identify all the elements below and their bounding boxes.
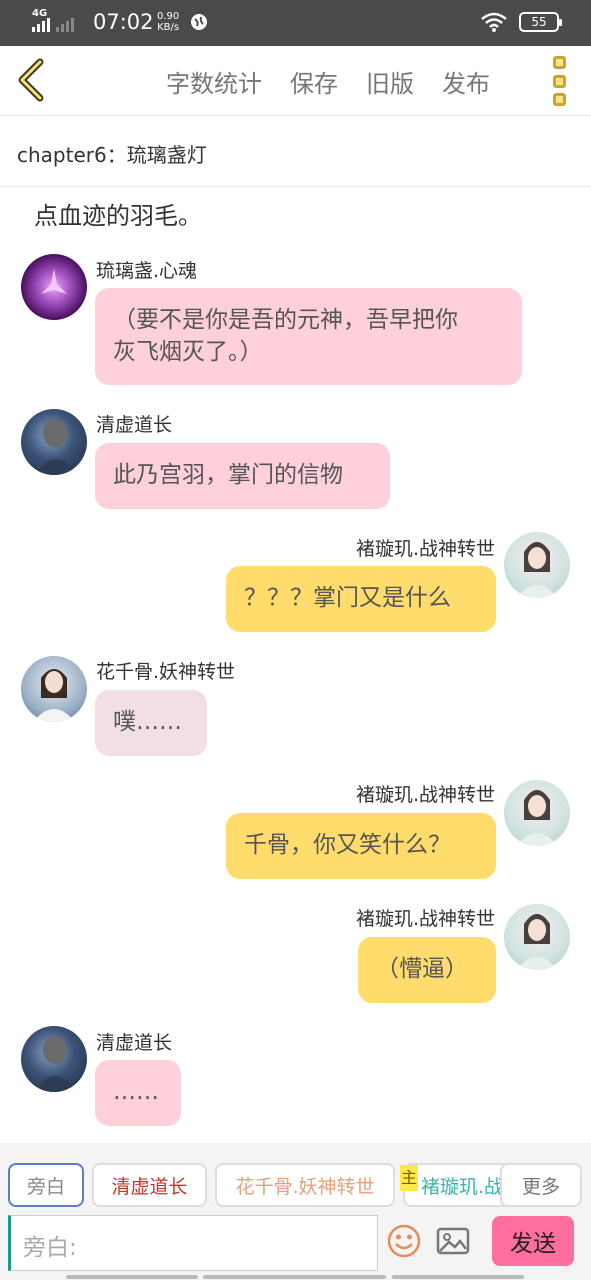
sender-name: 琉璃盏.心魂: [96, 260, 198, 282]
chapter-title: chapter6：琉璃盏灯: [17, 143, 207, 167]
signal-icon: [32, 18, 50, 32]
chapter-title-row[interactable]: chapter6：琉璃盏灯: [0, 117, 591, 187]
message-bubble[interactable]: （要不是你是吾的元神，吾早把你 灰飞烟灭了。）: [95, 288, 522, 385]
scroll-indicator: [392, 1275, 524, 1279]
message-bubble[interactable]: ？？？掌门又是什么: [226, 566, 496, 632]
clock: 07:02: [93, 10, 154, 34]
message-text: 此乃宫羽，掌门的信物: [113, 462, 343, 488]
back-arrow-icon[interactable]: [14, 58, 54, 102]
sender-name: 清虚道长: [96, 1032, 173, 1054]
main-role-badge: 主: [400, 1165, 418, 1191]
battery-icon: 55: [519, 12, 562, 32]
avatar-figure-icon: [516, 790, 558, 846]
signal-area: 4G: [32, 8, 74, 32]
network-type: 4G: [32, 8, 48, 19]
avatar[interactable]: [21, 254, 87, 320]
image-icon[interactable]: [435, 1223, 471, 1259]
message-bubble[interactable]: 千骨，你又笑什么？: [226, 813, 496, 879]
status-bar: 4G 07:02 0.90 KB/s 55: [0, 0, 591, 46]
message-text: ？？？掌门又是什么: [244, 585, 451, 611]
message-text: （懵逼）: [376, 956, 468, 982]
chip-huaqiangu[interactable]: 花千骨.妖神转世: [215, 1163, 395, 1207]
chip-qingxu[interactable]: 清虚道长: [92, 1163, 207, 1207]
wifi-icon: [481, 12, 507, 32]
word-count-button[interactable]: 字数统计: [166, 64, 262, 99]
chat-area[interactable]: 点血迹的羽毛。 琉璃盏.心魂 （要不是你是吾的元神，吾早把你 灰飞烟灭了。） 清…: [0, 188, 591, 1142]
message-bubble[interactable]: ……: [95, 1060, 181, 1126]
sender-name: 褚璇玑.战神转世: [355, 908, 495, 930]
sender-name: 花千骨.妖神转世: [96, 661, 236, 683]
avatar[interactable]: [504, 904, 570, 970]
input-row: 旁白: 发送: [0, 1213, 591, 1275]
top-toolbar: 字数统计 保存 旧版 发布: [0, 46, 591, 116]
avatar[interactable]: [21, 409, 87, 475]
speed-unit: KB/s: [157, 22, 180, 33]
globe-icon: [191, 14, 207, 30]
avatar-figure-icon: [35, 419, 77, 475]
toolbar-menu: 字数统计 保存 旧版 发布: [166, 64, 518, 99]
message-line: （要不是你是吾的元神，吾早把你: [113, 307, 458, 333]
scroll-indicator: [66, 1275, 198, 1279]
avatar-figure-icon: [35, 1036, 77, 1092]
message-bubble[interactable]: 噗……: [95, 690, 207, 756]
save-button[interactable]: 保存: [290, 64, 338, 99]
sender-name: 褚璇玑.战神转世: [355, 784, 495, 806]
avatar-figure-icon: [41, 268, 67, 294]
sender-name: 清虚道长: [96, 414, 173, 436]
send-button[interactable]: 发送: [492, 1216, 574, 1266]
status-right: 55: [481, 12, 562, 32]
more-menu-icon[interactable]: [548, 56, 570, 106]
avatar[interactable]: [504, 780, 570, 846]
message-line: 灰飞烟灭了。）: [113, 339, 263, 365]
signal-icon-2: [56, 18, 74, 32]
emoji-icon[interactable]: [386, 1223, 422, 1259]
character-chips: 旁白 清虚道长 花千骨.妖神转世 褚璇玑.战 更多: [0, 1163, 591, 1211]
speed-value: 0.90: [157, 11, 180, 22]
chip-narration[interactable]: 旁白: [8, 1163, 84, 1207]
avatar-figure-icon: [33, 669, 75, 722]
network-speed: 0.90 KB/s: [157, 11, 179, 33]
avatar-figure-icon: [516, 914, 558, 970]
publish-button[interactable]: 发布: [442, 64, 490, 99]
chip-more[interactable]: 更多: [500, 1163, 582, 1207]
message-text: 千骨，你又笑什么？: [244, 832, 451, 858]
narration-text: 点血迹的羽毛。: [34, 202, 202, 230]
sender-name: 褚璇玑.战神转世: [355, 538, 495, 560]
old-version-button[interactable]: 旧版: [366, 64, 414, 99]
message-text: 噗……: [113, 709, 182, 735]
avatar[interactable]: [21, 1026, 87, 1092]
scroll-indicator: [203, 1275, 386, 1279]
avatar[interactable]: [504, 532, 570, 598]
chip-chuxuanji[interactable]: 褚璇玑.战: [403, 1163, 513, 1207]
avatar[interactable]: [21, 656, 87, 722]
compose-bar: 旁白 清虚道长 花千骨.妖神转世 褚璇玑.战 更多 主 旁白: 发送: [0, 1143, 591, 1280]
message-bubble[interactable]: （懵逼）: [358, 937, 496, 1003]
message-text: ……: [113, 1079, 159, 1105]
message-input[interactable]: 旁白:: [8, 1215, 378, 1271]
message-bubble[interactable]: 此乃宫羽，掌门的信物: [95, 443, 390, 509]
avatar-figure-icon: [516, 542, 558, 598]
